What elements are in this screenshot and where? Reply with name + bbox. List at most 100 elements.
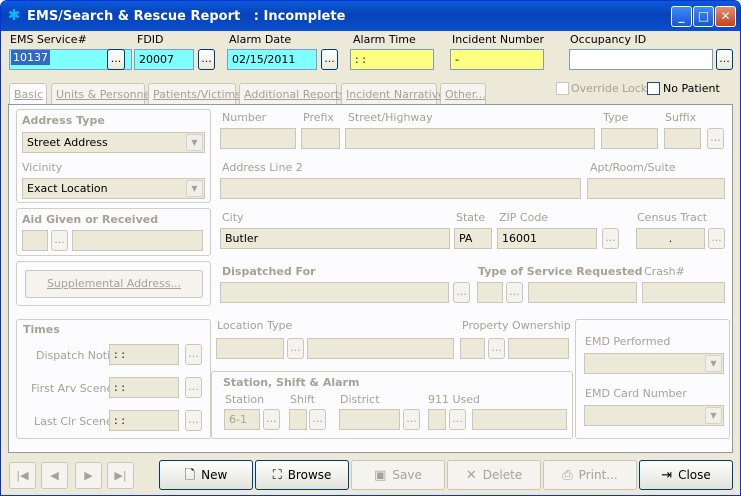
first-arv-time-button[interactable]: ...: [185, 377, 202, 398]
no-patient-checkbox[interactable]: [647, 82, 660, 95]
alarm-time-field[interactable]: : :: [350, 49, 434, 70]
property-ownership-label: Property Ownership: [462, 319, 571, 332]
fdid-field[interactable]: 20007: [134, 49, 194, 70]
alarm-date-picker-button[interactable]: ...: [321, 49, 338, 70]
shift-lookup-button[interactable]: ...: [309, 409, 326, 430]
aid-description-field[interactable]: [72, 230, 203, 251]
tab-patients-victims[interactable]: Patients/Victims: [148, 83, 241, 105]
district-label: District: [340, 393, 380, 406]
first-arv-field[interactable]: : :: [109, 377, 179, 398]
title-bar[interactable]: ✱ EMS/Search & Rescue Report : Incomplet…: [1, 1, 740, 31]
binoculars-icon: ⛶: [272, 468, 282, 483]
census-tract-field[interactable]: .: [636, 228, 705, 249]
apt-room-label: Apt/Room/Suite: [590, 161, 676, 174]
alarm-date-field[interactable]: 02/15/2011: [227, 49, 317, 70]
dispatch-notif-label: Dispatch Notif: [36, 349, 115, 362]
vicinity-label: Vicinity: [22, 161, 63, 174]
crash-field[interactable]: [642, 282, 725, 303]
aid-lookup-button[interactable]: ...: [51, 230, 68, 251]
last-clr-time-button[interactable]: ...: [185, 410, 202, 431]
tab-basic[interactable]: Basic: [9, 83, 47, 105]
state-field[interactable]: PA: [454, 228, 492, 249]
type-field[interactable]: [601, 128, 658, 149]
vicinity-combo[interactable]: Exact Location ▼: [22, 178, 205, 199]
used-911-field[interactable]: [428, 409, 446, 430]
address-type-combo[interactable]: Street Address ▼: [22, 132, 205, 153]
minimize-button[interactable]: _: [671, 6, 692, 27]
service-description-field[interactable]: [528, 282, 637, 303]
new-document-icon: 🗋: [184, 468, 196, 483]
last-clr-field[interactable]: : :: [109, 410, 179, 431]
number-field[interactable]: [220, 128, 296, 149]
district-lookup-button[interactable]: ...: [403, 409, 420, 430]
property-lookup-button[interactable]: ...: [488, 338, 505, 359]
last-record-button[interactable]: ▶|: [107, 462, 134, 489]
first-record-button[interactable]: |◀: [9, 462, 36, 489]
aid-code-field[interactable]: [22, 230, 48, 251]
address-line2-field[interactable]: [220, 178, 581, 199]
close-button[interactable]: ⇥ Close: [639, 460, 733, 490]
property-code-field[interactable]: [460, 338, 485, 359]
property-description-field[interactable]: [508, 338, 569, 359]
previous-record-button[interactable]: ◀: [41, 462, 68, 489]
tab-additional-reports[interactable]: Additional Reports: [239, 83, 345, 105]
district-field[interactable]: [339, 409, 400, 430]
close-window-button[interactable]: ✕: [715, 6, 736, 27]
emd-performed-combo[interactable]: ▼: [584, 353, 724, 374]
used-911-description-field[interactable]: [472, 409, 567, 430]
location-type-description-field[interactable]: [307, 338, 454, 359]
address-type-label: Address Type: [22, 114, 105, 127]
service-code-field[interactable]: [477, 282, 503, 303]
emd-performed-label: EMD Performed: [585, 335, 671, 348]
state-label: State: [456, 211, 486, 224]
census-lookup-button[interactable]: ...: [708, 228, 725, 249]
suffix-field[interactable]: [664, 128, 701, 149]
delete-button[interactable]: ✕ Delete: [447, 460, 541, 490]
dispatch-notif-field[interactable]: : :: [109, 344, 179, 365]
first-arv-label: First Arv Scene: [31, 382, 114, 395]
street-field[interactable]: [345, 128, 595, 149]
used-911-lookup-button[interactable]: ...: [449, 409, 466, 430]
override-lock-checkbox[interactable]: [556, 82, 569, 95]
service-lookup-button[interactable]: ...: [506, 282, 523, 303]
occupancy-id-label: Occupancy ID: [570, 33, 647, 46]
station-lookup-button[interactable]: ...: [263, 409, 280, 430]
street-label: Street/Highway: [348, 111, 433, 124]
next-record-button[interactable]: ▶: [75, 462, 102, 489]
location-type-label: Location Type: [217, 319, 293, 332]
number-label: Number: [222, 111, 267, 124]
maximize-button[interactable]: □: [693, 6, 714, 27]
shift-field[interactable]: [289, 409, 307, 430]
tab-units-personnel[interactable]: Units & Personnel: [51, 83, 153, 105]
tab-incident-narrative[interactable]: Incident Narrative: [341, 83, 445, 105]
browse-button[interactable]: ⛶ Browse: [255, 460, 349, 490]
occupancy-id-field[interactable]: [569, 49, 713, 70]
dispatch-time-button[interactable]: ...: [185, 344, 202, 365]
location-type-code-field[interactable]: [216, 338, 284, 359]
dispatched-lookup-button[interactable]: ...: [453, 282, 470, 303]
delete-x-icon: ✕: [465, 468, 477, 483]
street-lookup-button[interactable]: ...: [707, 128, 724, 149]
prefix-field[interactable]: [301, 128, 340, 149]
alarm-time-label: Alarm Time: [353, 33, 416, 46]
ems-service-lookup-button[interactable]: ...: [107, 49, 125, 70]
fdid-lookup-button[interactable]: ...: [198, 49, 215, 70]
chevron-down-icon: ▼: [186, 134, 203, 151]
dispatched-for-field[interactable]: [220, 282, 449, 303]
city-field[interactable]: Butler: [220, 228, 450, 249]
occupancy-lookup-button[interactable]: ...: [716, 49, 733, 70]
zip-lookup-button[interactable]: ...: [602, 228, 619, 249]
print-button[interactable]: ⎙ Print...: [543, 460, 637, 490]
apt-room-field[interactable]: [587, 178, 725, 199]
supplemental-address-button[interactable]: Supplemental Address...: [25, 270, 203, 298]
tab-other[interactable]: Other...: [440, 83, 486, 105]
zip-label: ZIP Code: [499, 211, 549, 224]
emd-card-number-combo[interactable]: ▼: [584, 405, 724, 426]
location-type-lookup-button[interactable]: ...: [287, 338, 304, 359]
save-button[interactable]: ▣ Save: [351, 460, 445, 490]
zip-field[interactable]: 16001: [497, 228, 597, 249]
incident-number-field[interactable]: -: [450, 49, 544, 70]
chevron-down-icon: ▼: [705, 355, 722, 372]
station-field[interactable]: 6-1: [224, 409, 260, 430]
new-button[interactable]: 🗋 New: [159, 460, 253, 490]
